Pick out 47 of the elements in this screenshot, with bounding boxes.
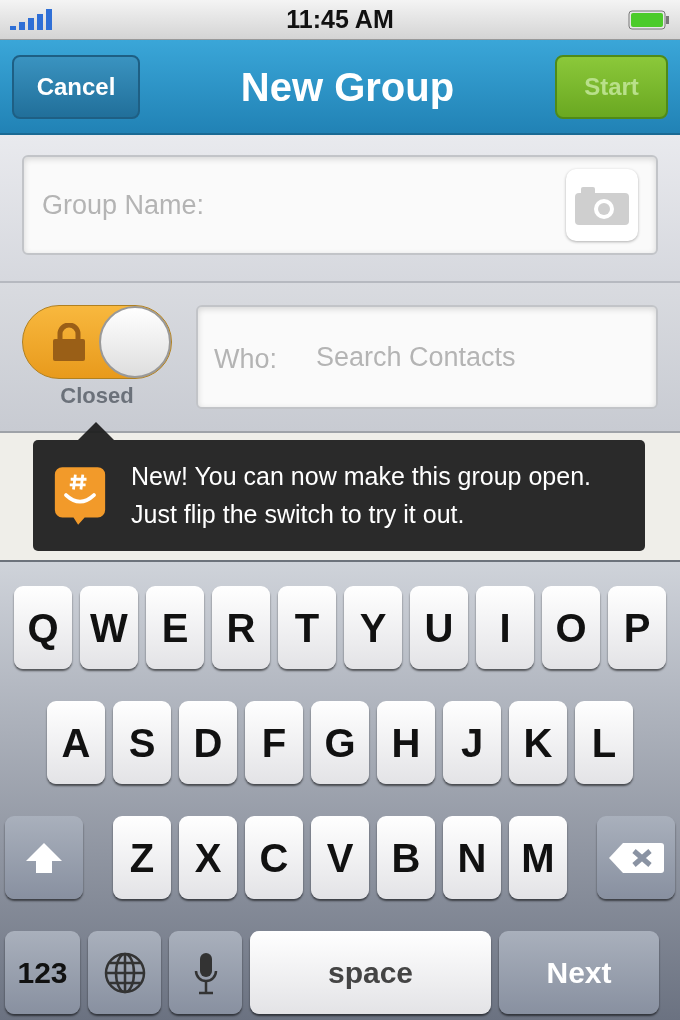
shift-key[interactable]: [5, 816, 83, 899]
letter-key[interactable]: L: [575, 701, 633, 784]
numbers-key[interactable]: 123: [5, 931, 80, 1014]
camera-icon: [575, 185, 629, 225]
letter-key[interactable]: C: [245, 816, 303, 899]
who-label: Who:: [214, 343, 278, 376]
letter-key[interactable]: B: [377, 816, 435, 899]
status-time: 11:45 AM: [286, 3, 394, 35]
tooltip-message: New! You can now make this group open. Just flip the switch to try it out.: [131, 461, 593, 530]
letter-key[interactable]: K: [509, 701, 567, 784]
backspace-key[interactable]: [597, 816, 675, 899]
letter-key[interactable]: I: [476, 586, 534, 669]
letter-key[interactable]: P: [608, 586, 666, 669]
letter-key[interactable]: W: [80, 586, 138, 669]
cancel-button[interactable]: Cancel: [12, 54, 140, 119]
letter-key[interactable]: N: [443, 816, 501, 899]
letter-key[interactable]: E: [146, 586, 204, 669]
letter-key[interactable]: Z: [113, 816, 171, 899]
letter-key[interactable]: M: [509, 816, 567, 899]
letter-key[interactable]: D: [179, 701, 237, 784]
letter-key[interactable]: T: [278, 586, 336, 669]
letter-key[interactable]: A: [47, 701, 105, 784]
shift-icon: [24, 840, 64, 875]
group-name-field[interactable]: Group Name:: [22, 155, 658, 255]
letter-key[interactable]: O: [542, 586, 600, 669]
letter-key[interactable]: V: [311, 816, 369, 899]
backspace-icon: [607, 840, 665, 875]
microphone-key[interactable]: [169, 931, 242, 1014]
letter-key[interactable]: H: [377, 701, 435, 784]
screen-title: New Group: [240, 63, 455, 111]
letter-key[interactable]: Y: [344, 586, 402, 669]
lock-icon: [53, 323, 85, 361]
letter-key[interactable]: J: [443, 701, 501, 784]
battery-icon: [628, 9, 670, 30]
letter-key[interactable]: G: [311, 701, 369, 784]
microphone-icon: [192, 950, 219, 995]
space-bar[interactable]: space: [250, 931, 491, 1014]
switch-label: Closed: [60, 382, 134, 410]
letter-key[interactable]: F: [245, 701, 303, 784]
letter-key[interactable]: S: [113, 701, 171, 784]
letter-key[interactable]: R: [212, 586, 270, 669]
letter-key[interactable]: Q: [14, 586, 72, 669]
globe-icon: [102, 950, 147, 995]
signal-icon: [10, 8, 52, 31]
letter-key[interactable]: X: [179, 816, 237, 899]
letter-key[interactable]: U: [410, 586, 468, 669]
globe-key[interactable]: [88, 931, 161, 1014]
